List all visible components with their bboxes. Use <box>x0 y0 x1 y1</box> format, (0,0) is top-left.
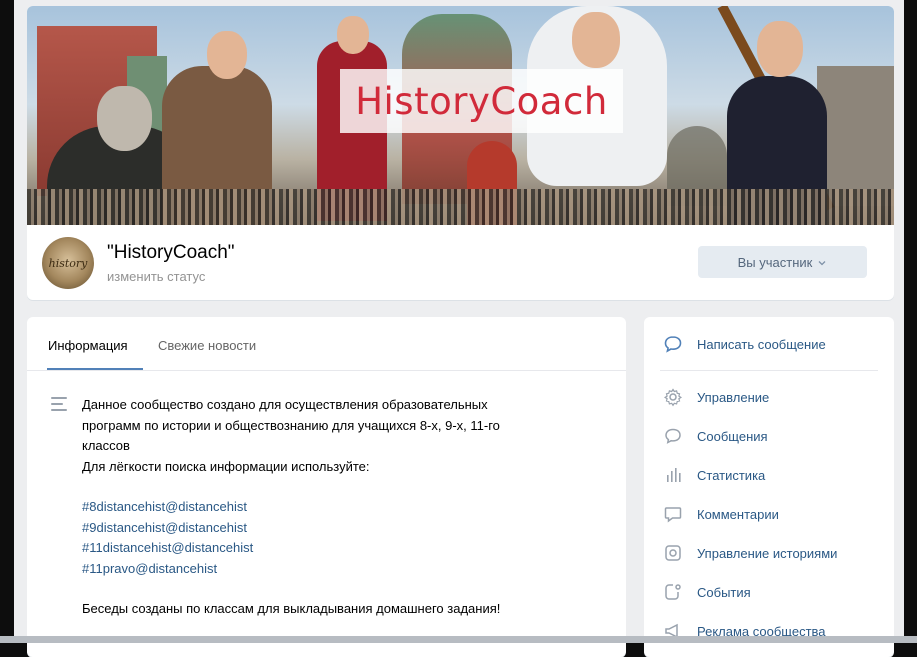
active-tab-indicator <box>47 368 143 370</box>
description-icon <box>51 397 67 415</box>
group-name: "HistoryCoach" <box>107 242 235 263</box>
chat-icon <box>665 428 681 444</box>
chevron-down-icon <box>818 261 826 266</box>
message-bubble-icon <box>664 336 682 353</box>
sidebar-item-management[interactable]: Управление <box>644 378 894 417</box>
sidebar-item-label: Сообщения <box>697 429 768 444</box>
divider <box>660 370 878 371</box>
group-header-card: HistoryCoach history "HistoryCoach" изме… <box>27 6 894 300</box>
description-footer: Беседы созданы по классам для выкладыван… <box>82 601 501 616</box>
cover-face-1 <box>97 86 152 151</box>
group-description: Данное сообщество создано для осуществле… <box>82 395 582 620</box>
tabs-bar: Информация Свежие новости <box>27 317 626 371</box>
cover-building-right <box>817 66 894 206</box>
tab-information[interactable]: Информация <box>48 338 128 353</box>
sidebar-item-label: Комментарии <box>697 507 779 522</box>
sidebar-item-community-ads[interactable]: Реклама сообщества <box>644 612 894 651</box>
info-card: Информация Свежие новости Данное сообщес… <box>27 317 626 657</box>
description-blank <box>82 579 582 599</box>
group-info-row: history "HistoryCoach" изменить статус В… <box>27 225 894 300</box>
sidebar-item-label: Статистика <box>697 468 766 483</box>
member-button-label: Вы участник <box>737 254 813 270</box>
sidebar-item-events[interactable]: События <box>644 573 894 612</box>
sidebar-item-statistics[interactable]: Статистика <box>644 456 894 495</box>
write-message-label: Написать сообщение <box>697 337 826 352</box>
hashtag-link[interactable]: #8distancehist@distancehist <box>82 497 582 518</box>
description-blank <box>82 477 582 497</box>
description-line: Для лёгкости поиска информации используй… <box>82 458 370 474</box>
sidebar-item-messages[interactable]: Сообщения <box>644 417 894 456</box>
sidebar-item-story-management[interactable]: Управление историями <box>644 534 894 573</box>
cover-face-5 <box>572 12 620 68</box>
sidebar-item-label: События <box>697 585 751 600</box>
edit-status-link[interactable]: изменить статус <box>107 269 205 284</box>
sidebar-item-label: Управление <box>697 390 770 405</box>
cover-title-box: HistoryCoach <box>340 69 623 133</box>
comment-icon <box>664 507 682 523</box>
tab-latest-news[interactable]: Свежие новости <box>158 338 256 353</box>
cover-crowd <box>27 189 894 225</box>
hashtag-link[interactable]: #11distancehist@distancehist <box>82 538 582 559</box>
cover-image: HistoryCoach <box>27 6 894 225</box>
cover-face-2 <box>207 31 247 79</box>
avatar-text: history <box>48 256 88 270</box>
page: HistoryCoach history "HistoryCoach" изме… <box>14 0 904 657</box>
description-line: классов <box>82 438 130 453</box>
hashtag-link[interactable]: #9distancehist@distancehist <box>82 518 582 539</box>
actions-card: Написать сообщение Управление Сообщения <box>644 317 894 657</box>
write-message-button[interactable]: Написать сообщение <box>644 325 894 364</box>
member-button[interactable]: Вы участник <box>698 246 867 278</box>
description-line: Данное сообщество создано для осуществле… <box>82 397 488 412</box>
group-avatar[interactable]: history <box>42 237 94 289</box>
bar-chart-icon <box>667 468 681 482</box>
bottom-bar <box>0 636 917 643</box>
gear-icon <box>663 388 683 407</box>
cover-title: HistoryCoach <box>355 79 608 123</box>
sidebar-item-comments[interactable]: Комментарии <box>644 495 894 534</box>
sidebar-item-label: Управление историями <box>697 546 838 561</box>
cover-face-3 <box>337 16 369 54</box>
cover-face-6 <box>757 21 803 77</box>
hashtag-link[interactable]: #11pravo@distancehist <box>82 559 582 580</box>
story-icon <box>665 545 681 561</box>
event-icon <box>665 584 681 600</box>
description-line: программ по истории и обществознанию для… <box>82 417 500 433</box>
